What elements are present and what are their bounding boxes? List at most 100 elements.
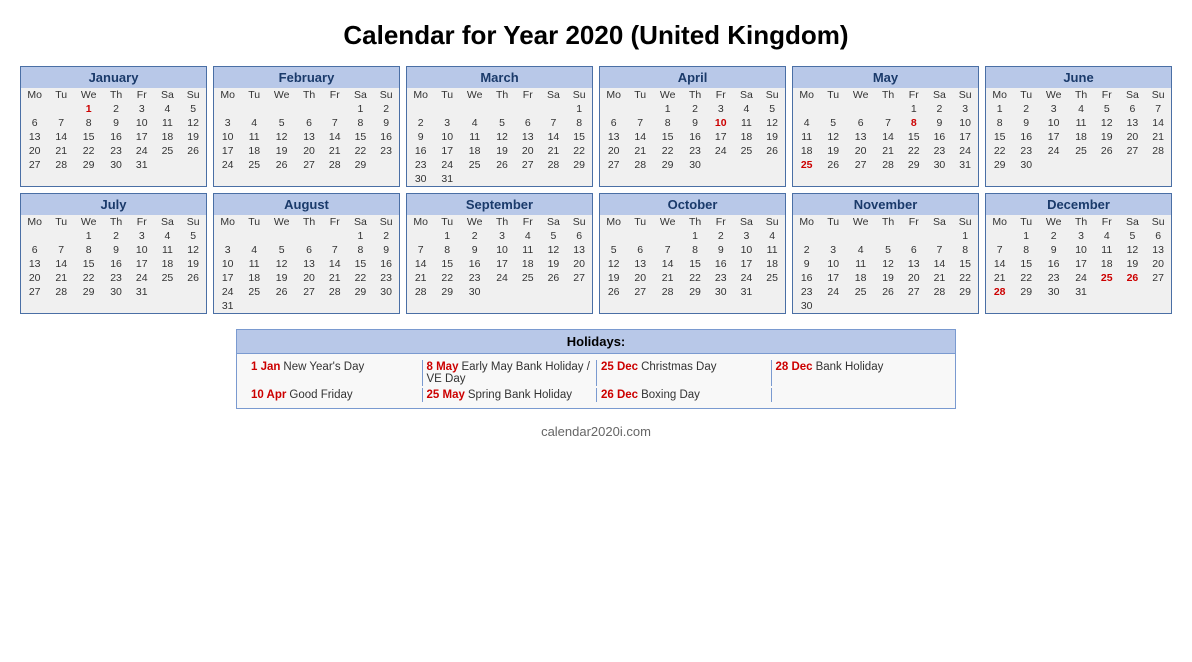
cal-day [373, 299, 399, 313]
day-header: Su [952, 215, 978, 229]
day-header: Sa [1120, 215, 1146, 229]
cal-day: 7 [875, 116, 901, 130]
cal-day: 16 [373, 130, 399, 144]
cal-day: 17 [734, 257, 760, 271]
cal-day: 5 [489, 116, 515, 130]
holiday-date: 1 Jan [251, 361, 280, 373]
holidays-section: Holidays: 1 JanNew Year's Day8 MayEarly … [236, 329, 956, 409]
cal-day [180, 158, 206, 172]
cal-day: 15 [348, 130, 374, 144]
cal-day: 4 [1068, 102, 1094, 116]
cal-day: 12 [180, 243, 206, 257]
cal-day: 22 [434, 271, 460, 285]
cal-day: 8 [952, 243, 978, 257]
cal-day: 15 [74, 257, 103, 271]
cal-day: 18 [846, 271, 875, 285]
cal-day: 14 [986, 257, 1013, 271]
cal-day: 15 [952, 257, 978, 271]
cal-day: 5 [875, 243, 901, 257]
cal-day: 25 [734, 144, 760, 158]
cal-day: 15 [653, 130, 682, 144]
cal-day: 6 [296, 243, 322, 257]
cal-day [348, 299, 374, 313]
cal-day: 3 [129, 102, 155, 116]
day-header: We [267, 88, 296, 102]
cal-day: 19 [1094, 130, 1120, 144]
cal-day: 29 [901, 158, 927, 172]
cal-day: 3 [1039, 102, 1068, 116]
cal-day: 9 [407, 130, 434, 144]
cal-day [846, 229, 875, 243]
cal-day: 2 [793, 243, 820, 257]
cal-day: 20 [901, 271, 927, 285]
cal-day: 29 [1013, 285, 1039, 299]
cal-day: 31 [434, 172, 460, 186]
cal-day [460, 172, 489, 186]
cal-day: 16 [407, 144, 434, 158]
day-header: Sa [155, 215, 181, 229]
cal-day: 27 [1120, 144, 1146, 158]
cal-day: 5 [1120, 229, 1146, 243]
cal-day: 29 [986, 158, 1013, 172]
cal-day: 8 [986, 116, 1013, 130]
month-title: December [986, 194, 1171, 215]
cal-day: 27 [566, 271, 592, 285]
cal-day: 27 [901, 285, 927, 299]
cal-day: 25 [241, 285, 267, 299]
cal-day [241, 229, 267, 243]
cal-day: 1 [74, 102, 103, 116]
cal-day: 19 [875, 271, 901, 285]
cal-day: 22 [952, 271, 978, 285]
cal-day [600, 102, 627, 116]
cal-day: 2 [373, 229, 399, 243]
cal-day [515, 172, 541, 186]
holiday-item: 1 JanNew Year's Day [247, 360, 422, 386]
day-header: Th [296, 215, 322, 229]
cal-day: 20 [296, 271, 322, 285]
month-title: October [600, 194, 785, 215]
cal-day: 24 [952, 144, 978, 158]
cal-day: 24 [1068, 271, 1094, 285]
cal-day: 31 [734, 285, 760, 299]
cal-day: 19 [489, 144, 515, 158]
cal-day: 6 [21, 243, 48, 257]
cal-day: 12 [267, 257, 296, 271]
cal-table: MoTuWeThFrSaSu12345678910111213141516171… [600, 88, 785, 172]
cal-day: 5 [1094, 102, 1120, 116]
cal-day: 23 [373, 271, 399, 285]
cal-day: 3 [434, 116, 460, 130]
day-header: Mo [214, 215, 241, 229]
cal-day: 1 [986, 102, 1013, 116]
day-header: We [74, 88, 103, 102]
cal-day: 28 [875, 158, 901, 172]
cal-day: 15 [74, 130, 103, 144]
cal-day: 9 [373, 116, 399, 130]
month-title: July [21, 194, 206, 215]
cal-day: 21 [627, 144, 653, 158]
cal-day: 10 [952, 116, 978, 130]
cal-day: 21 [48, 144, 74, 158]
holiday-date: 28 Dec [776, 361, 813, 373]
cal-day: 13 [901, 257, 927, 271]
cal-day: 18 [460, 144, 489, 158]
month-title: November [793, 194, 978, 215]
cal-day: 15 [566, 130, 592, 144]
cal-day: 6 [901, 243, 927, 257]
cal-day: 26 [875, 285, 901, 299]
cal-day: 20 [1120, 130, 1146, 144]
cal-day: 30 [1039, 285, 1068, 299]
day-header: Fr [901, 215, 927, 229]
cal-day: 3 [214, 243, 241, 257]
cal-day: 27 [296, 285, 322, 299]
month-title: February [214, 67, 399, 88]
cal-day: 4 [155, 229, 181, 243]
cal-day: 25 [155, 271, 181, 285]
cal-day [927, 229, 953, 243]
cal-day: 2 [708, 229, 734, 243]
cal-day: 30 [460, 285, 489, 299]
cal-day [541, 172, 567, 186]
day-header: We [267, 215, 296, 229]
cal-day: 11 [1094, 243, 1120, 257]
cal-day: 10 [1068, 243, 1094, 257]
cal-day: 11 [155, 243, 181, 257]
